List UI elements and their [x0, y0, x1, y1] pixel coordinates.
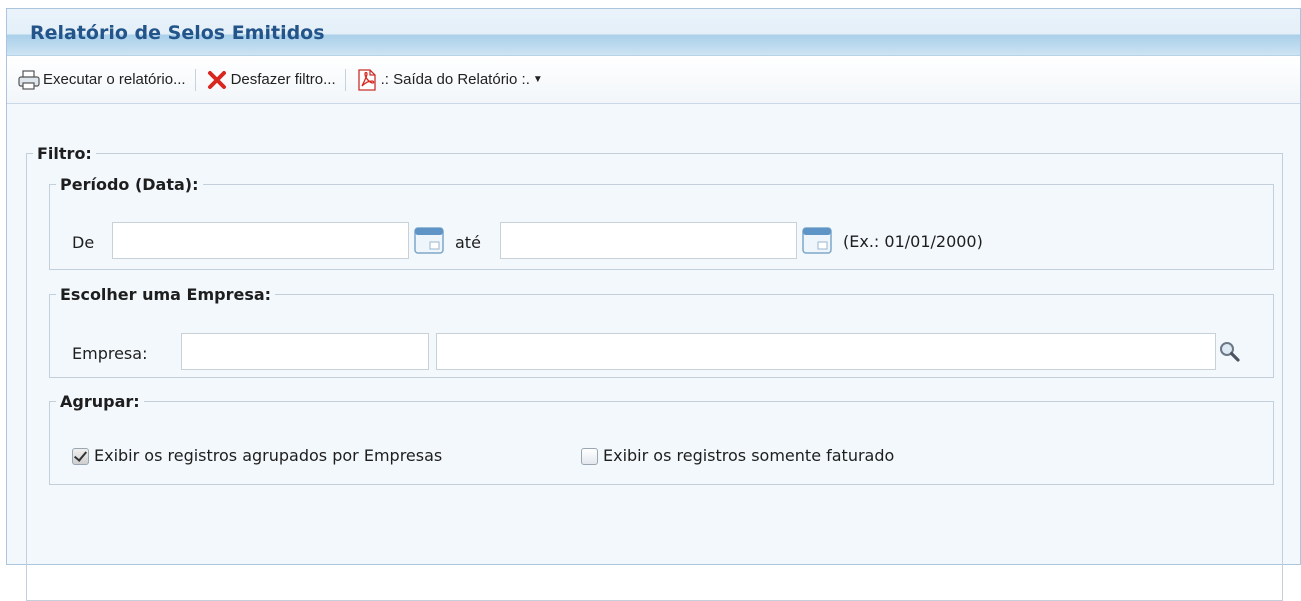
calendar-from-icon[interactable] — [413, 225, 445, 255]
pdf-icon — [355, 68, 379, 91]
date-to-input[interactable] — [500, 222, 797, 259]
company-name-input[interactable] — [436, 333, 1216, 370]
toolbar-separator — [344, 68, 346, 91]
report-window: Relatório de Selos Emitidos Executar o r… — [6, 8, 1301, 601]
billed-only-checkbox[interactable] — [581, 448, 598, 465]
filter-legend: Filtro: — [37, 144, 92, 163]
undo-filter-label: Desfazer filtro... — [230, 71, 336, 88]
window-titlebar: Relatório de Selos Emitidos — [7, 9, 1300, 56]
report-output-label: .: Saída do Relatório :. — [380, 71, 530, 88]
company-legend: Escolher uma Empresa: — [60, 285, 272, 304]
date-format-hint: (Ex.: 01/01/2000) — [843, 232, 983, 251]
report-output-dropdown[interactable]: .: Saída do Relatório :. ▼ — [355, 68, 543, 91]
chevron-down-icon: ▼ — [532, 74, 543, 85]
company-fieldset: Escolher uma Empresa: Empresa: — [49, 285, 1274, 378]
company-label: Empresa: — [72, 344, 148, 363]
to-label: até — [455, 233, 481, 252]
filter-fieldset: Filtro: Período (Data): De até (Ex.: 01/… — [26, 144, 1283, 601]
window-title: Relatório de Selos Emitidos — [30, 22, 325, 44]
period-fieldset: Período (Data): De até (Ex.: 01/01/2000) — [49, 175, 1274, 270]
from-label: De — [72, 233, 95, 252]
printer-icon — [17, 69, 41, 91]
billed-only-label: Exibir os registros somente faturado — [603, 446, 895, 465]
group-by-company-checkbox[interactable] — [72, 448, 89, 465]
company-code-input[interactable] — [181, 333, 429, 370]
calendar-to-icon[interactable] — [801, 225, 833, 255]
group-legend: Agrupar: — [60, 392, 140, 411]
group-by-company-label: Exibir os registros agrupados por Empres… — [94, 446, 443, 465]
period-legend: Período (Data): — [60, 175, 199, 194]
run-report-button[interactable]: Executar o relatório... — [17, 69, 186, 91]
group-fieldset: Agrupar: Exibir os registros agrupados p… — [49, 392, 1274, 485]
run-report-label: Executar o relatório... — [43, 71, 186, 88]
red-x-icon — [205, 69, 229, 91]
date-from-input[interactable] — [112, 222, 409, 259]
toolbar-separator — [194, 68, 196, 91]
undo-filter-button[interactable]: Desfazer filtro... — [205, 69, 336, 91]
toolbar: Executar o relatório... Desfazer filtro.… — [7, 56, 1300, 104]
search-icon[interactable] — [1218, 340, 1242, 364]
